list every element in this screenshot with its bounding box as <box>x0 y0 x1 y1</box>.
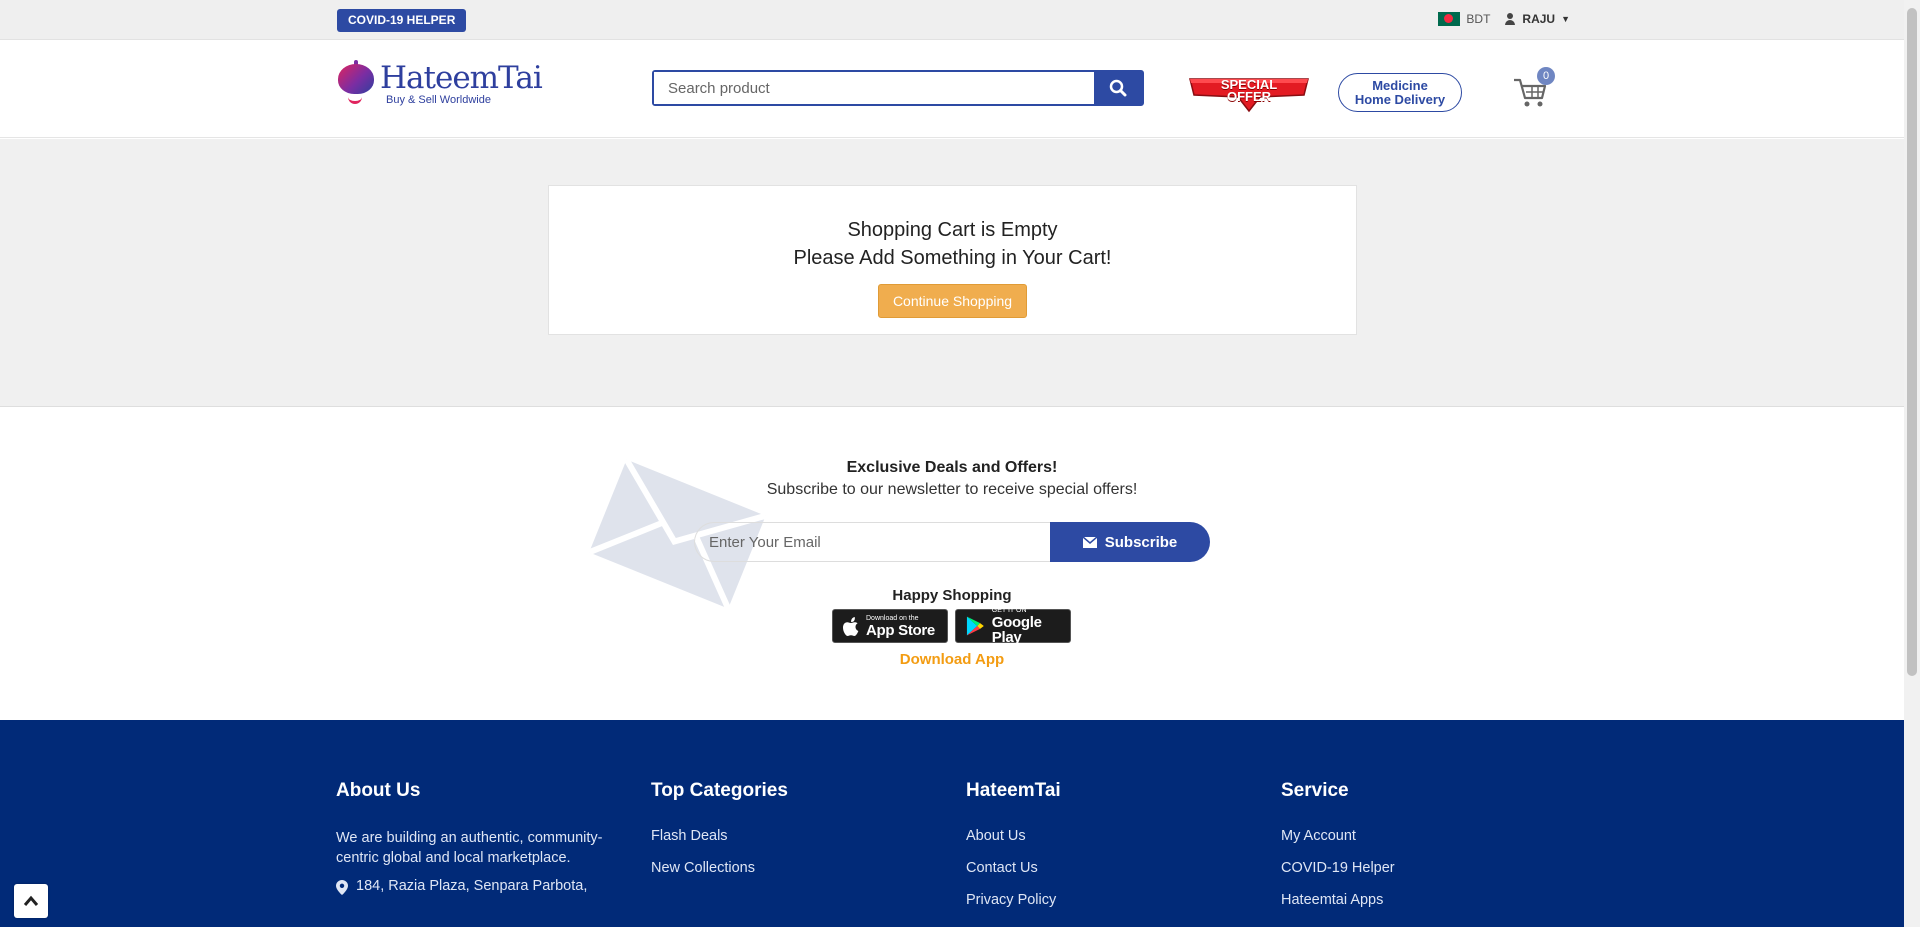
empty-cart-card: Shopping Cart is Empty Please Add Someth… <box>548 185 1357 335</box>
google-play-button[interactable]: GET IT ON Google Play <box>955 607 1071 646</box>
empty-cart-title: Shopping Cart is Empty <box>847 219 1058 241</box>
currency-label: BDT <box>1466 12 1491 26</box>
newsletter-form: Subscribe <box>694 522 1210 562</box>
footer-link-hateemtai-apps[interactable]: Hateemtai Apps <box>1281 892 1395 908</box>
google-play-big-text: Google Play <box>991 614 1042 646</box>
footer-link-flash-deals[interactable]: Flash Deals <box>651 828 788 844</box>
logo-name: HateemTai <box>380 60 543 96</box>
bangladesh-flag-icon <box>1438 12 1461 26</box>
email-input[interactable] <box>694 522 1050 562</box>
search-button[interactable] <box>1094 72 1142 104</box>
search-bar <box>652 70 1144 106</box>
chevron-up-icon <box>23 895 39 906</box>
footer-link-privacy-policy[interactable]: Privacy Policy <box>966 892 1061 908</box>
footer-link-about-us[interactable]: About Us <box>966 828 1061 844</box>
lamp-logo-icon <box>336 60 378 108</box>
footer-link-contact-us[interactable]: Contact Us <box>966 860 1061 876</box>
footer-about-text: We are building an authentic, community-… <box>336 830 603 866</box>
newsletter-section: Exclusive Deals and Offers! Subscribe to… <box>0 408 1904 720</box>
caret-down-icon: ▼ <box>1561 14 1570 24</box>
user-menu[interactable]: RAJU ▼ <box>1504 12 1570 26</box>
special-offer-banner[interactable]: SPECIAL OFFER <box>1188 73 1310 113</box>
subscribe-label: Subscribe <box>1104 533 1178 551</box>
footer-address-text: 184, Razia Plaza, Senpara Parbota, <box>356 878 588 894</box>
mail-icon <box>1082 536 1097 548</box>
footer-about: About Us We are building an authentic, c… <box>336 780 606 895</box>
currency-selector[interactable]: BDT <box>1438 12 1490 26</box>
footer-categories-title: Top Categories <box>651 780 788 801</box>
footer-service-title: Service <box>1281 780 1349 801</box>
google-play-icon <box>966 616 984 636</box>
apple-icon <box>843 616 859 636</box>
scroll-to-top-button[interactable] <box>14 884 48 918</box>
medicine-line1: Medicine <box>1372 78 1428 93</box>
footer-about-title: About Us <box>336 780 421 801</box>
user-name: RAJU <box>1522 12 1556 26</box>
site-logo[interactable]: HateemTai Buy & Sell Worldwide <box>336 60 543 108</box>
app-store-big-text: App Store <box>866 621 935 639</box>
footer-link-my-account[interactable]: My Account <box>1281 828 1395 844</box>
download-app-link[interactable]: Download App <box>0 651 1904 668</box>
search-icon <box>1109 79 1127 97</box>
footer-address: 184, Razia Plaza, Senpara Parbota, <box>336 878 606 895</box>
subscribe-button[interactable]: Subscribe <box>1050 522 1210 562</box>
empty-cart-message: Please Add Something in Your Cart! <box>793 247 1112 269</box>
footer-hateemtai-title: HateemTai <box>966 780 1061 801</box>
footer-categories: Top Categories Flash Deals New Collectio… <box>651 780 788 892</box>
newsletter-subtitle: Subscribe to our newsletter to receive s… <box>766 481 1138 498</box>
app-store-button[interactable]: Download on the App Store <box>832 609 948 643</box>
cart-section: Shopping Cart is Empty Please Add Someth… <box>0 139 1904 407</box>
top-bar: COVID-19 HELPER BDT RAJU ▼ <box>0 0 1904 40</box>
footer-hateemtai: HateemTai About Us Contact Us Privacy Po… <box>966 780 1061 924</box>
user-icon <box>1504 13 1516 25</box>
scrollbar-thumb[interactable] <box>1907 8 1917 676</box>
cart-count-badge: 0 <box>1537 67 1555 85</box>
site-header: HateemTai Buy & Sell Worldwide SPECIAL O… <box>0 40 1904 138</box>
medicine-line2: Home Delivery <box>1354 92 1446 107</box>
top-right-controls: BDT RAJU ▼ <box>1438 12 1570 26</box>
footer-service: Service My Account COVID-19 Helper Hatee… <box>1281 780 1395 924</box>
continue-shopping-button[interactable]: Continue Shopping <box>877 284 1028 318</box>
site-footer: About Us We are building an authentic, c… <box>0 720 1904 927</box>
covid-helper-button[interactable]: COVID-19 HELPER <box>337 9 467 32</box>
footer-link-covid-helper[interactable]: COVID-19 Helper <box>1281 860 1395 876</box>
special-offer-line2: OFFER <box>1226 89 1272 104</box>
search-input[interactable] <box>654 72 1094 104</box>
location-pin-icon <box>336 880 348 895</box>
newsletter-title: Exclusive Deals and Offers! <box>846 459 1058 476</box>
footer-link-new-collections[interactable]: New Collections <box>651 860 788 876</box>
happy-shopping-label: Happy Shopping <box>892 587 1012 604</box>
app-store-badges: Download on the App Store GET IT ON Goog… <box>832 607 1071 646</box>
medicine-delivery-button[interactable]: Medicine Home Delivery <box>1338 73 1462 112</box>
